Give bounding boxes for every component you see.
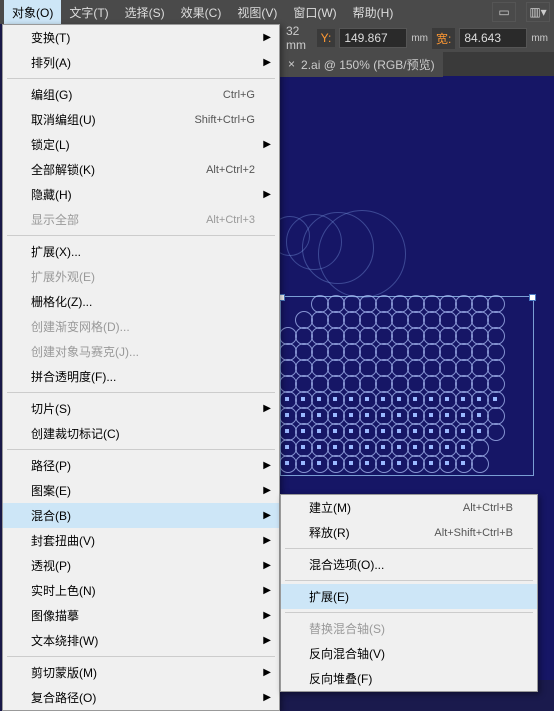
menu-item[interactable]: 封套扭曲(V)▶ [3,528,279,553]
menu-item[interactable]: 扩展(E) [281,584,537,609]
menu-item[interactable]: 反向堆叠(F) [281,666,537,691]
menu-effect[interactable]: 效果(C) [173,0,230,25]
menu-item[interactable]: 图像描摹▶ [3,603,279,628]
menu-item: 创建对象马赛克(J)... [3,339,279,364]
menu-item[interactable]: 创建裁切标记(C) [3,421,279,446]
coord-x-suffix: 32 mm [286,24,313,52]
menu-item: 替换混合轴(S) [281,616,537,641]
menu-item[interactable]: 文本绕排(W)▶ [3,628,279,653]
blend-submenu: 建立(M)Alt+Ctrl+B释放(R)Alt+Shift+Ctrl+B 混合选项… [280,494,538,692]
menu-item[interactable]: 变换(T)▶ [3,25,279,50]
coord-w-input[interactable] [459,28,527,48]
menu-item[interactable]: 锁定(L)▶ [3,132,279,157]
document-tab[interactable]: × 2.ai @ 150% (RGB/预览) [280,52,443,77]
menu-item[interactable]: 编组(G)Ctrl+G [3,82,279,107]
menu-item[interactable]: 路径(P)▶ [3,453,279,478]
menu-text[interactable]: 文字(T) [61,0,116,25]
menu-item[interactable]: 栅格化(Z)... [3,289,279,314]
menu-object[interactable]: 对象(O) [4,0,61,25]
menu-item[interactable]: 建立(M)Alt+Ctrl+B [281,495,537,520]
menu-select[interactable]: 选择(S) [117,0,173,25]
menu-item[interactable]: 释放(R)Alt+Shift+Ctrl+B [281,520,537,545]
menu-view[interactable]: 视图(V) [229,0,285,25]
menu-window[interactable]: 窗口(W) [285,0,344,25]
menu-item[interactable]: 剪切蒙版(M)▶ [3,660,279,685]
coord-y-label: Y: [317,29,336,47]
menu-item[interactable]: 取消编组(U)Shift+Ctrl+G [3,107,279,132]
menu-item[interactable]: 排列(A)▶ [3,50,279,75]
menu-item[interactable]: 反向混合轴(V) [281,641,537,666]
menu-item[interactable]: 扩展(X)... [3,239,279,264]
coord-y-input[interactable] [339,28,407,48]
coord-bar: 32 mm Y: mm 宽: mm [280,24,554,52]
menubar: 对象(O) 文字(T) 选择(S) 效果(C) 视图(V) 窗口(W) 帮助(H… [0,0,554,24]
menu-item[interactable]: 实时上色(N)▶ [3,578,279,603]
menu-item: 扩展外观(E) [3,264,279,289]
menu-item[interactable]: 切片(S)▶ [3,396,279,421]
menu-item[interactable]: 隐藏(H)▶ [3,182,279,207]
menu-item: 显示全部Alt+Ctrl+3 [3,207,279,232]
menu-item[interactable]: 混合选项(O)... [281,552,537,577]
menu-help[interactable]: 帮助(H) [345,0,402,25]
menu-item[interactable]: 复合路径(O)▶ [3,685,279,710]
tab-title: 2.ai @ 150% (RGB/预览) [301,56,435,73]
tab-bar: × 2.ai @ 150% (RGB/预览) [280,52,554,76]
circle-pattern[interactable] [280,296,504,472]
tab-close[interactable]: × [288,57,295,71]
menu-item[interactable]: 图案(E)▶ [3,478,279,503]
menu-item[interactable]: 拼合透明度(F)... [3,364,279,389]
menu-item[interactable]: 全部解锁(K)Alt+Ctrl+2 [3,157,279,182]
object-menu-dropdown: 变换(T)▶排列(A)▶ 编组(G)Ctrl+G取消编组(U)Shift+Ctrl… [2,24,280,711]
coord-w-label: 宽: [432,28,455,49]
menu-item[interactable]: 混合(B)▶ [3,503,279,528]
coord-unit1: mm [411,33,428,44]
coord-unit2: mm [531,33,548,44]
toolbar-arrange-icon[interactable]: ▥▾ [526,2,550,22]
toolbar-doc-icon[interactable]: ▭ [492,2,516,22]
menu-item: 创建渐变网格(D)... [3,314,279,339]
menu-item[interactable]: 透视(P)▶ [3,553,279,578]
